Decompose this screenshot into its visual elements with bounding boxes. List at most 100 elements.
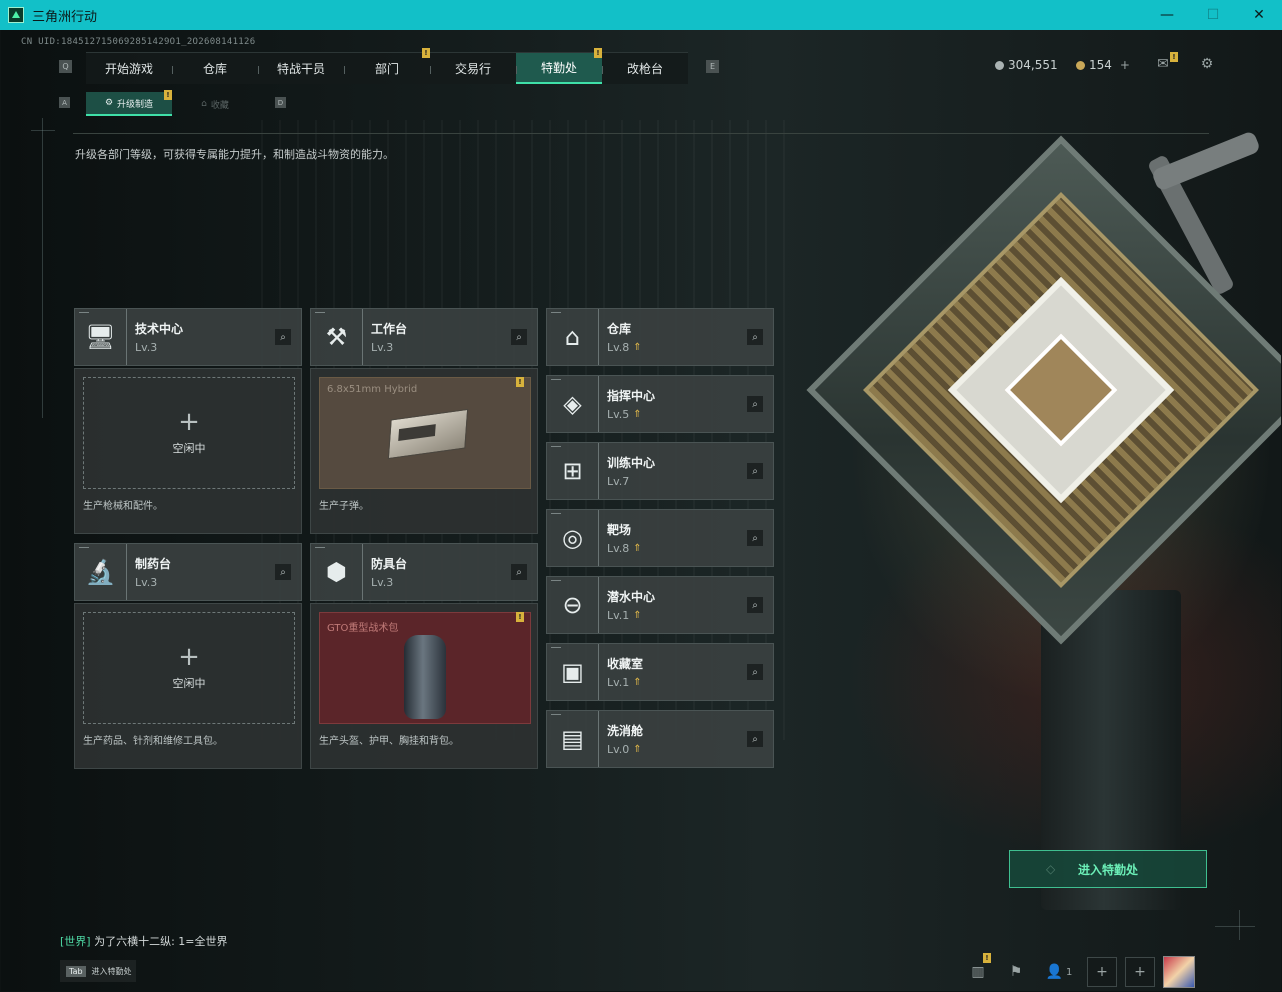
crafting-item-slot[interactable]: 6.8x51mm Hybrid ! — [319, 377, 531, 489]
dept-level: Lv.3 — [371, 341, 394, 354]
ammo-box-image — [387, 408, 469, 460]
tab-operators[interactable]: 特战干员 — [258, 53, 344, 84]
dept-level: Lv.8 — [607, 341, 630, 354]
chat-channel: [世界] — [60, 935, 91, 948]
search-icon[interactable]: ⌕ — [511, 564, 527, 580]
add-slot-button[interactable]: + — [1125, 957, 1155, 987]
window-title: 三角洲行动 — [32, 9, 98, 25]
trophy-icon: ⌂ — [201, 99, 207, 109]
tab-upgrade-craft[interactable]: ⚙ 升级制造 ! — [86, 90, 172, 116]
headquarters-cube-model[interactable] — [806, 135, 1281, 645]
minimize-button[interactable]: — — [1144, 0, 1190, 30]
app-logo-icon — [8, 7, 24, 23]
stats-chart-icon[interactable]: ▥! — [963, 953, 993, 987]
idle-label: 空闲中 — [172, 442, 206, 455]
tab-key: Tab — [66, 965, 86, 977]
empty-slot[interactable]: + 空闲中 — [83, 612, 295, 724]
add-icon: + — [178, 407, 200, 437]
hud-corner — [1239, 910, 1240, 940]
player-avatar[interactable] — [1163, 956, 1195, 988]
dept-name: 潜水中心 — [607, 590, 656, 604]
department-list: ⌂ 仓库 Lv.8 ⇑ ⌕ ◈ 指挥中心 Lv.5 ⇑ ⌕ ⊞ 训练中心 Lv.7 … — [546, 308, 774, 777]
dept-name: 仓库 — [607, 322, 632, 336]
add-icon: + — [178, 642, 200, 672]
crafting-item-slot[interactable]: GTO重型战术包 ! — [319, 612, 531, 724]
add-slot-button[interactable]: + — [1087, 957, 1117, 987]
friends-icon[interactable]: 👤 1 — [1039, 957, 1079, 987]
dept-name: 防具台 — [371, 557, 408, 571]
notification-badge: ! — [983, 953, 991, 963]
dept-card-decon-chamber[interactable]: ▤ 洗消舱 Lv.0 ⇑ ⌕ — [546, 710, 774, 768]
dept-name: 技术中心 — [135, 322, 184, 336]
search-icon[interactable]: ⌕ — [747, 530, 763, 546]
dept-card-command-center[interactable]: ◈ 指挥中心 Lv.5 ⇑ ⌕ — [546, 375, 774, 433]
dept-card-diving-center[interactable]: ⊖ 潜水中心 Lv.1 ⇑ ⌕ — [546, 576, 774, 634]
mail-icon[interactable]: ✉! — [1154, 52, 1178, 72]
add-gold-button[interactable]: + — [1120, 58, 1130, 72]
tab-department[interactable]: 部门! — [344, 48, 430, 84]
dept-card-pharmacy[interactable]: 🔬 制药台 Lv.3 ⌕ — [74, 543, 302, 601]
tab-trading[interactable]: 交易行 — [430, 53, 516, 84]
target-icon: ◎ — [547, 510, 599, 566]
dept-card-tech-center[interactable]: 🖥 技术中心 Lv.3 ⌕ — [74, 308, 302, 366]
production-slot-workbench[interactable]: 6.8x51mm Hybrid ! 生产子弹。 — [310, 368, 538, 534]
search-icon[interactable]: ⌕ — [747, 731, 763, 747]
silver-coin-icon — [995, 60, 1004, 70]
tab-start-game[interactable]: 开始游戏 — [86, 53, 172, 84]
tab-shortcut-hint[interactable]: Tab 进入特勤处 — [60, 960, 136, 982]
flag-icon[interactable]: ⚑ — [1001, 957, 1031, 987]
nav-prev-key[interactable]: Q — [59, 60, 72, 73]
search-icon[interactable]: ⌕ — [747, 329, 763, 345]
dept-level: Lv.1 — [607, 676, 630, 689]
subnav-prev-key[interactable]: A — [59, 97, 70, 108]
settings-gear-icon[interactable]: ⚙ — [1198, 56, 1216, 72]
dept-card-training-center[interactable]: ⊞ 训练中心 Lv.7 ⌕ — [546, 442, 774, 500]
search-icon[interactable]: ⌕ — [275, 564, 291, 580]
game-viewport: CN UID:1845127150692851429O1_2O260814112… — [1, 30, 1281, 991]
search-icon[interactable]: ⌕ — [511, 329, 527, 345]
tab-gunsmith[interactable]: 改枪台 — [602, 53, 688, 84]
dept-name: 靶场 — [607, 523, 632, 537]
upgrade-available-icon: ⇑ — [633, 342, 642, 353]
tab-special-ops[interactable]: 特勤处! — [516, 48, 602, 84]
dept-card-warehouse[interactable]: ⌂ 仓库 Lv.8 ⇑ ⌕ — [546, 308, 774, 366]
dept-level: Lv.7 — [607, 475, 630, 488]
gold-currency[interactable]: 154 + — [1076, 58, 1130, 72]
close-button[interactable]: ✕ — [1236, 0, 1282, 30]
enter-button-label: 进入特勤处 — [1077, 862, 1138, 877]
production-slot-tech-center[interactable]: + 空闲中 生产枪械和配件。 — [74, 368, 302, 534]
maximize-button[interactable]: ☐ — [1190, 0, 1236, 30]
upgrade-available-icon: ⇑ — [633, 677, 642, 688]
gold-amount: 154 — [1089, 58, 1112, 72]
chat-message[interactable]: [世界] 为了六横十二纵: 1=全世界 — [60, 933, 228, 949]
search-icon[interactable]: ⌕ — [275, 329, 291, 345]
hud-corner — [31, 130, 55, 131]
dept-card-shooting-range[interactable]: ◎ 靶场 Lv.8 ⇑ ⌕ — [546, 509, 774, 567]
monitor-icon: 🖥 — [75, 309, 127, 365]
dept-name: 收藏室 — [607, 657, 644, 671]
production-description: 生产子弹。 — [319, 501, 369, 512]
tab-collection[interactable]: ⌂ 收藏 — [172, 92, 258, 116]
search-icon[interactable]: ⌕ — [747, 597, 763, 613]
search-icon[interactable]: ⌕ — [747, 463, 763, 479]
gear-icon: ⚙ — [104, 98, 114, 108]
subnav-next-key[interactable]: D — [275, 97, 286, 108]
idle-label: 空闲中 — [172, 677, 206, 690]
dept-level: Lv.3 — [371, 576, 394, 589]
dept-card-workbench[interactable]: ⚒ 工作台 Lv.3 ⌕ — [310, 308, 538, 366]
search-icon[interactable]: ⌕ — [747, 664, 763, 680]
production-slot-armor-bench[interactable]: GTO重型战术包 ! 生产头盔、护甲、胸挂和背包。 — [310, 603, 538, 769]
warehouse-icon: ⌂ — [547, 309, 599, 365]
dept-card-armor-bench[interactable]: ⬢ 防具台 Lv.3 ⌕ — [310, 543, 538, 601]
dept-name: 训练中心 — [607, 456, 656, 470]
production-slot-pharmacy[interactable]: + 空闲中 生产药品、针剂和维修工具包。 — [74, 603, 302, 769]
dept-card-collection-room[interactable]: ▣ 收藏室 Lv.1 ⇑ ⌕ — [546, 643, 774, 701]
tab-warehouse[interactable]: 仓库 — [172, 53, 258, 84]
window-titlebar: 三角洲行动 — ☐ ✕ — [0, 0, 1282, 30]
enter-special-ops-button[interactable]: ◇ 进入特勤处 — [1009, 850, 1207, 888]
nav-next-key[interactable]: E — [706, 60, 719, 73]
empty-slot[interactable]: + 空闲中 — [83, 377, 295, 489]
search-icon[interactable]: ⌕ — [747, 396, 763, 412]
decon-icon: ▤ — [547, 711, 599, 767]
collection-icon: ▣ — [547, 644, 599, 700]
